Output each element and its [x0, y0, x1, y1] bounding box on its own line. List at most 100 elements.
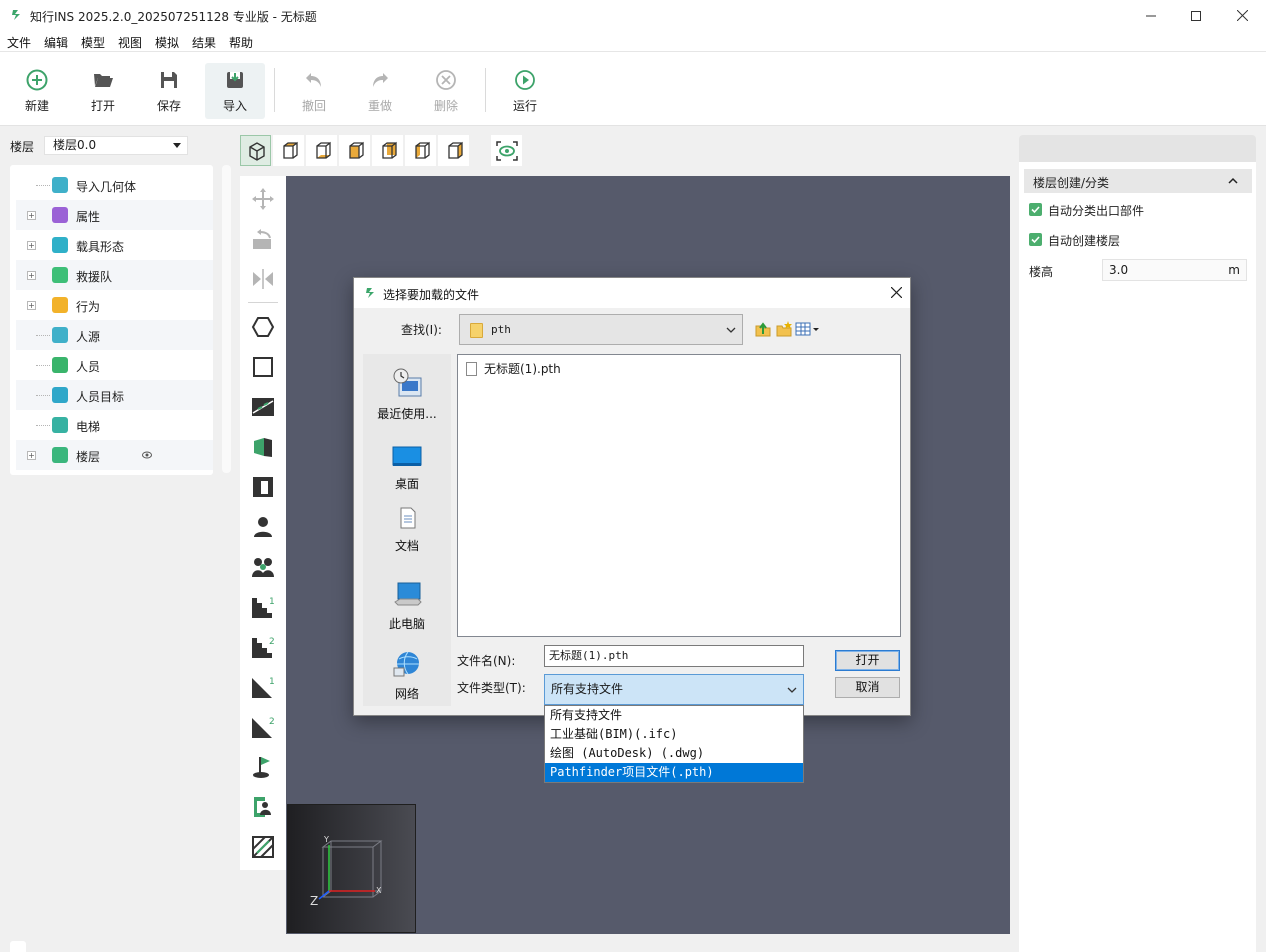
run-button[interactable]: 运行	[495, 63, 555, 119]
title-bar: 知行INS 2025.2.0_202507251128 专业版 - 无标题	[0, 0, 1266, 31]
close-window-button[interactable]	[1219, 0, 1265, 31]
up-folder-icon[interactable]	[754, 320, 772, 338]
tree-item-rescue-team[interactable]: + 救援队	[16, 260, 213, 290]
look-in-select[interactable]: pth	[459, 314, 743, 345]
view-left-button[interactable]	[405, 135, 436, 166]
move-tool[interactable]	[250, 186, 276, 212]
minimize-button[interactable]	[1128, 0, 1174, 31]
maximize-button[interactable]	[1173, 0, 1219, 31]
add-group-tool[interactable]	[250, 554, 276, 580]
view-top-button[interactable]	[273, 135, 304, 166]
menu-view[interactable]: 视图	[118, 34, 142, 51]
place-desktop[interactable]: 桌面	[363, 444, 451, 492]
file-item[interactable]: 无标题(1).pth	[466, 360, 561, 377]
goal-tool[interactable]	[250, 754, 276, 780]
obstacle-tool[interactable]	[250, 474, 276, 500]
filetype-select[interactable]: 所有支持文件	[544, 674, 804, 705]
delete-button[interactable]: 删除	[416, 63, 476, 119]
people-source-tool[interactable]	[250, 794, 276, 820]
file-list[interactable]: 无标题(1).pth	[457, 354, 901, 637]
close-icon[interactable]	[891, 287, 902, 298]
view-bottom-button[interactable]	[306, 135, 337, 166]
door-tool[interactable]	[250, 394, 276, 420]
tree-item-vehicle-shape[interactable]: + 载具形态	[16, 230, 213, 260]
stair-tool-2[interactable]: 2	[250, 634, 276, 660]
tree-item-label: 电梯	[76, 420, 101, 434]
expand-icon[interactable]: +	[27, 451, 36, 460]
run-label: 运行	[512, 99, 537, 113]
menu-file[interactable]: 文件	[7, 34, 31, 51]
auto-create-floor-checkbox[interactable]	[1029, 233, 1042, 246]
chevron-down-icon	[787, 687, 797, 693]
cancel-button[interactable]: 取消	[835, 677, 900, 698]
mirror-tool[interactable]	[250, 266, 276, 292]
filetype-option[interactable]: 绘图 (AutoDesk) (.dwg)	[545, 744, 803, 763]
view-back-button[interactable]	[372, 135, 403, 166]
menu-model[interactable]: 模型	[81, 34, 105, 51]
eye-icon[interactable]	[142, 451, 152, 459]
view-zoom-fit-button[interactable]	[491, 135, 522, 166]
redo-button[interactable]: 重做	[350, 63, 410, 119]
expand-icon[interactable]: +	[27, 301, 36, 310]
axis-navigator[interactable]: Y X Z	[287, 804, 416, 933]
tree-item-occupant-goal[interactable]: 人员目标	[16, 380, 213, 410]
add-occupant-tool[interactable]	[250, 514, 276, 540]
menu-results[interactable]: 结果	[192, 34, 216, 51]
menu-simulate[interactable]: 模拟	[155, 34, 179, 51]
undo-button[interactable]: 撤回	[284, 63, 344, 119]
chevron-up-icon[interactable]	[1228, 177, 1238, 184]
expand-icon[interactable]: +	[27, 241, 36, 250]
place-network[interactable]: 网络	[363, 650, 451, 702]
rotate-icon	[253, 229, 271, 249]
open-file-dialog: 选择要加载的文件 查找(I): pth 最近使用... 桌面 文档 此电脑 网络	[353, 277, 911, 716]
tree-item-occupants[interactable]: 人员	[16, 350, 213, 380]
rectangle-room-tool[interactable]	[250, 354, 276, 380]
new-button[interactable]: 新建	[7, 63, 67, 119]
floor-select[interactable]: 楼层0.0	[44, 136, 188, 155]
tree-item-elevator[interactable]: 电梯	[16, 410, 213, 440]
tree-item-people-source[interactable]: 人源	[16, 320, 213, 350]
floor-section-header[interactable]: 楼层创建/分类	[1024, 169, 1252, 193]
wall-tool[interactable]	[250, 434, 276, 460]
view-right-button[interactable]	[438, 135, 469, 166]
expand-icon[interactable]: +	[27, 211, 36, 220]
view-menu-icon[interactable]	[795, 321, 821, 337]
open-file-button[interactable]: 打开	[835, 650, 900, 671]
new-folder-icon[interactable]	[775, 320, 793, 338]
save-button[interactable]: 保存	[139, 63, 199, 119]
tree-scrollbar[interactable]	[222, 165, 231, 473]
tree-item-floors[interactable]: + 楼层	[16, 440, 213, 470]
floor-height-input[interactable]: 3.0 m	[1102, 259, 1247, 281]
filetype-option[interactable]: 所有支持文件	[545, 706, 803, 725]
ramp-tool-1[interactable]: 1	[250, 674, 276, 700]
place-documents[interactable]: 文档	[363, 506, 451, 554]
folder-open-icon	[94, 74, 113, 87]
ramp-tool-2[interactable]: 2	[250, 714, 276, 740]
place-recent[interactable]: 最近使用...	[363, 368, 451, 422]
tree-item-label: 人源	[76, 330, 101, 344]
filetype-option[interactable]: 工业基础(BIM)(.ifc)	[545, 725, 803, 744]
filename-input[interactable]: 无标题(1).pth	[544, 645, 804, 667]
svg-text:2: 2	[269, 717, 275, 727]
people-source-icon	[52, 327, 68, 343]
status-tab[interactable]	[10, 941, 26, 952]
filetype-option-selected[interactable]: Pathfinder项目文件(.pth)	[545, 763, 803, 782]
expand-icon[interactable]: +	[27, 271, 36, 280]
auto-classify-checkbox[interactable]	[1029, 203, 1042, 216]
tree-item-behavior[interactable]: + 行为	[16, 290, 213, 320]
view-front-button[interactable]	[339, 135, 370, 166]
redo-icon	[373, 73, 388, 87]
stair-tool-1[interactable]: 1	[250, 594, 276, 620]
menu-help[interactable]: 帮助	[229, 34, 253, 51]
polygon-room-tool[interactable]	[250, 314, 276, 340]
hatch-region-tool[interactable]	[250, 834, 276, 860]
tree-item-properties[interactable]: + 属性	[16, 200, 213, 230]
place-this-pc[interactable]: 此电脑	[363, 580, 451, 632]
open-button[interactable]: 打开	[73, 63, 133, 119]
rotate-tool[interactable]	[250, 227, 276, 253]
view-perspective-button[interactable]	[240, 135, 271, 166]
svg-text:2: 2	[269, 637, 275, 647]
tree-item-import-geometry[interactable]: 导入几何体	[16, 170, 213, 200]
menu-edit[interactable]: 编辑	[44, 34, 68, 51]
import-button[interactable]: 导入	[205, 63, 265, 119]
